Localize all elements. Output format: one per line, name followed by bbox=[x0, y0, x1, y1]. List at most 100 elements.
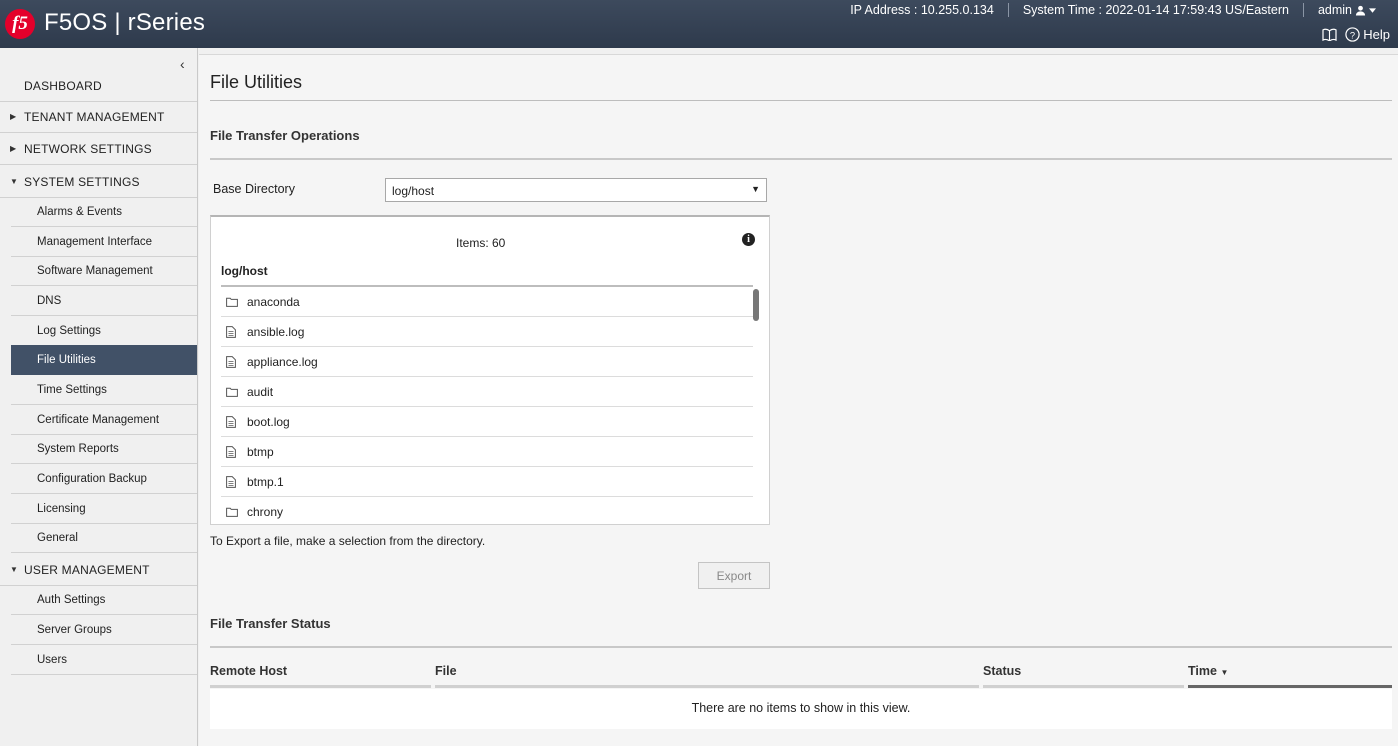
sidebar-item-network-settings[interactable]: ▶ NETWORK SETTINGS bbox=[0, 133, 197, 165]
svg-text:?: ? bbox=[1350, 30, 1355, 40]
items-count: Items: 60 bbox=[456, 236, 506, 250]
system-info-bar: IP Address : 10.255.0.134 System Time : … bbox=[850, 2, 1398, 18]
file-row[interactable]: anaconda bbox=[221, 287, 753, 317]
user-menu[interactable]: admin bbox=[1318, 3, 1376, 17]
caret-right-icon: ▶ bbox=[10, 112, 17, 121]
sidebar-item-label: Log Settings bbox=[37, 324, 101, 337]
sidebar-item-label: Server Groups bbox=[37, 623, 112, 636]
sidebar-item-software-management[interactable]: Software Management bbox=[11, 256, 197, 286]
sidebar-item-dns[interactable]: DNS bbox=[11, 286, 197, 316]
caret-down-icon: ▼ bbox=[10, 177, 19, 186]
file-name: boot.log bbox=[247, 414, 290, 429]
sidebar-item-label: Configuration Backup bbox=[37, 472, 147, 485]
divider bbox=[210, 646, 1392, 648]
file-name: audit bbox=[247, 384, 274, 399]
sidebar-item-label: Alarms & Events bbox=[37, 205, 122, 218]
base-directory-select[interactable]: log/host ▼ bbox=[385, 178, 767, 202]
product-name: F5OS | rSeries bbox=[44, 9, 206, 36]
folder-icon bbox=[221, 507, 247, 517]
scrollbar-thumb[interactable] bbox=[753, 289, 759, 321]
file-row[interactable]: boot.log bbox=[221, 407, 753, 437]
column-label: File bbox=[435, 664, 457, 678]
sidebar-item-file-utilities[interactable]: File Utilities bbox=[11, 345, 197, 375]
sidebar-item-label: System Reports bbox=[37, 442, 119, 455]
file-name: anaconda bbox=[247, 294, 300, 309]
sidebar-item-users[interactable]: Users bbox=[11, 645, 197, 675]
sidebar-item-label: Users bbox=[37, 653, 68, 666]
column-header-status[interactable]: Status bbox=[983, 664, 1021, 678]
sidebar-item-label: Licensing bbox=[37, 502, 86, 515]
divider bbox=[1007, 3, 1009, 17]
caret-right-icon: ▶ bbox=[10, 144, 17, 153]
sidebar-item-time-settings[interactable]: Time Settings bbox=[11, 375, 197, 405]
sidebar-item-dashboard[interactable]: DASHBOARD bbox=[0, 70, 197, 102]
folder-icon bbox=[221, 297, 247, 307]
file-row[interactable]: audit bbox=[221, 377, 753, 407]
file-name: btmp bbox=[247, 444, 274, 459]
current-directory-path: log/host bbox=[221, 264, 268, 278]
file-row[interactable]: chrony bbox=[221, 497, 753, 524]
file-row[interactable]: appliance.log bbox=[221, 347, 753, 377]
user-icon bbox=[1355, 5, 1366, 16]
column-label: Time bbox=[1188, 664, 1217, 678]
sidebar-item-label: Certificate Management bbox=[37, 413, 160, 426]
help-row: ? Help bbox=[1322, 27, 1390, 42]
transfer-status-title: File Transfer Status bbox=[210, 616, 331, 631]
column-header-remote-host[interactable]: Remote Host bbox=[210, 664, 287, 678]
column-header-file[interactable]: File bbox=[435, 664, 457, 678]
sidebar-item-tenant-management[interactable]: ▶ TENANT MANAGEMENT bbox=[0, 101, 197, 133]
info-icon[interactable]: i bbox=[742, 233, 755, 246]
base-directory-value: log/host bbox=[392, 184, 435, 198]
help-link[interactable]: ? Help bbox=[1345, 27, 1390, 42]
chevron-down-icon bbox=[1369, 7, 1376, 13]
sidebar-item-alarms-events[interactable]: Alarms & Events bbox=[11, 197, 197, 227]
column-underline bbox=[435, 685, 979, 688]
sidebar-item-label: Software Management bbox=[37, 264, 153, 277]
sidebar-item-licensing[interactable]: Licensing bbox=[11, 494, 197, 524]
file-row[interactable]: ansible.log bbox=[221, 317, 753, 347]
sidebar-item-label: DNS bbox=[37, 294, 62, 307]
sidebar-item-label: File Utilities bbox=[37, 354, 96, 366]
sidebar-item-management-interface[interactable]: Management Interface bbox=[11, 227, 197, 257]
file-row[interactable]: btmp bbox=[221, 437, 753, 467]
column-header-time[interactable]: Time ▼ bbox=[1188, 664, 1228, 678]
question-icon: ? bbox=[1345, 27, 1360, 42]
top-header: f5 F5OS | rSeries IP Address : 10.255.0.… bbox=[0, 0, 1398, 48]
file-list: anaconda ansible.log appliance.log audit boo… bbox=[221, 287, 753, 524]
file-browser: Items: 60 i log/host anaconda ansible.log… bbox=[210, 215, 770, 525]
divider bbox=[1302, 3, 1304, 17]
sidebar-item-system-reports[interactable]: System Reports bbox=[11, 434, 197, 464]
sidebar-item-configuration-backup[interactable]: Configuration Backup bbox=[11, 464, 197, 494]
file-icon bbox=[221, 415, 247, 428]
sidebar-item-system-settings[interactable]: ▼ SYSTEM SETTINGS bbox=[0, 166, 197, 198]
sidebar-item-label: NETWORK SETTINGS bbox=[24, 141, 152, 156]
sort-desc-icon: ▼ bbox=[1220, 668, 1229, 677]
sidebar-item-auth-settings[interactable]: Auth Settings bbox=[11, 585, 197, 615]
file-icon bbox=[221, 325, 247, 338]
sidebar-item-user-management[interactable]: ▼ USER MANAGEMENT bbox=[0, 554, 197, 586]
base-directory-label: Base Directory bbox=[213, 182, 295, 196]
column-underline bbox=[983, 685, 1184, 688]
main-content: File Utilities File Transfer Operations … bbox=[199, 54, 1398, 746]
ip-address: IP Address : 10.255.0.134 bbox=[850, 3, 994, 17]
sidebar-item-general[interactable]: General bbox=[11, 523, 197, 553]
sidebar-item-log-settings[interactable]: Log Settings bbox=[11, 316, 197, 346]
export-button[interactable]: Export bbox=[698, 562, 770, 589]
sidebar-item-label: Auth Settings bbox=[37, 593, 106, 606]
sidebar-item-label: General bbox=[37, 531, 78, 544]
column-label: Remote Host bbox=[210, 664, 288, 678]
sidebar-item-server-groups[interactable]: Server Groups bbox=[11, 615, 197, 645]
sidebar-item-label: SYSTEM SETTINGS bbox=[24, 174, 140, 189]
system-time: System Time : 2022-01-14 17:59:43 US/Eas… bbox=[1022, 3, 1289, 17]
sidebar-item-label: Management Interface bbox=[37, 235, 153, 248]
sidebar-item-label: DASHBOARD bbox=[24, 78, 102, 93]
file-name: ansible.log bbox=[247, 324, 305, 339]
file-name: btmp.1 bbox=[247, 474, 284, 489]
file-icon bbox=[221, 445, 247, 458]
file-row[interactable]: btmp.1 bbox=[221, 467, 753, 497]
book-icon[interactable] bbox=[1322, 28, 1337, 41]
chevron-down-icon: ▼ bbox=[751, 184, 760, 194]
sidebar-item-certificate-management[interactable]: Certificate Management bbox=[11, 405, 197, 435]
caret-down-icon: ▼ bbox=[10, 565, 19, 574]
divider bbox=[210, 158, 1392, 160]
